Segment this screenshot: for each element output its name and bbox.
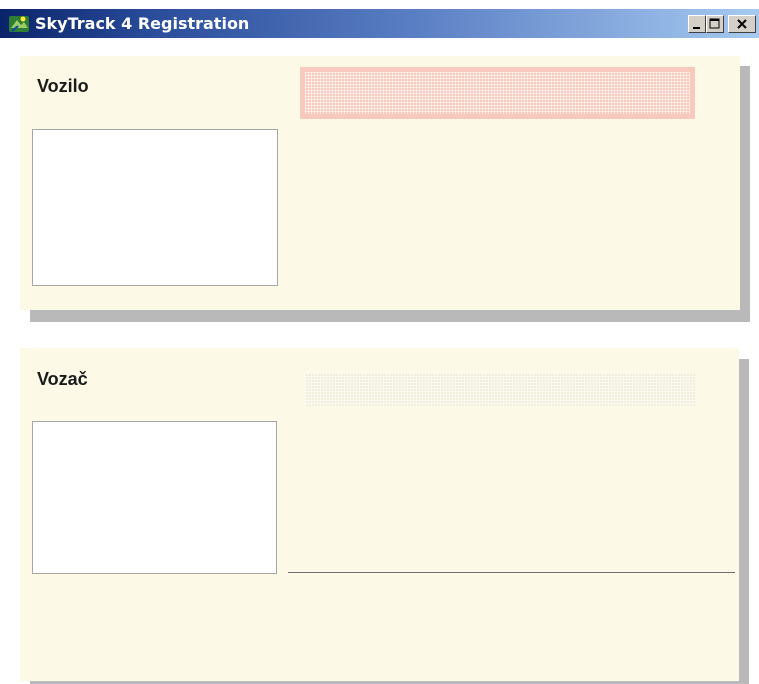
vehicle-plate-display xyxy=(300,67,695,119)
title-bar[interactable]: SkyTrack 4 Registration xyxy=(0,9,759,38)
vehicle-photo-box[interactable] xyxy=(32,129,278,286)
minimize-button[interactable] xyxy=(688,15,706,33)
driver-id-display xyxy=(305,373,695,406)
window-title: SkyTrack 4 Registration xyxy=(35,14,250,33)
minimize-icon xyxy=(693,27,700,29)
vehicle-panel-title: Vozilo xyxy=(37,76,89,96)
driver-signature-line xyxy=(288,572,735,573)
maximize-button[interactable] xyxy=(706,15,724,33)
vehicle-panel: Vozilo xyxy=(20,56,740,310)
registration-window: SkyTrack 4 Registration Vozilo Vozač xyxy=(0,0,759,684)
close-icon xyxy=(737,19,747,29)
driver-panel-title: Vozač xyxy=(37,369,88,389)
window-top-edge xyxy=(0,0,759,9)
skytrack-app-icon[interactable] xyxy=(8,13,30,35)
driver-photo-box[interactable] xyxy=(32,421,277,574)
close-button[interactable] xyxy=(728,15,756,33)
maximize-icon xyxy=(709,18,720,29)
driver-panel: Vozač xyxy=(20,348,739,681)
